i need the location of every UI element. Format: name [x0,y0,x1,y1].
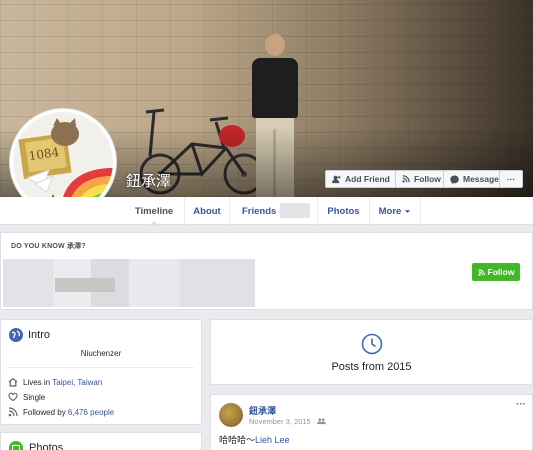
photos-icon [9,441,23,450]
message-button[interactable]: Message [443,170,506,188]
tab-timeline[interactable]: Timeline [124,197,184,226]
rss-icon [402,175,410,183]
intro-title: Intro [28,329,51,341]
followers-link[interactable]: 6,476 people [68,408,114,417]
intro-lives-in: Lives in Taipei, Taiwan [8,377,102,387]
timeline-post: 鈕承澤 November 3, 2015 · ··· 哈哈哈～Lieh Lee [210,394,533,450]
photos-title: Photos [29,442,64,450]
message-label: Message [463,174,499,184]
more-options-label: ··· [506,174,516,184]
add-friend-button[interactable]: Add Friend [325,170,397,188]
post-menu-button[interactable]: ··· [516,399,526,410]
posts-year-label: Posts from 2015 [331,361,412,373]
post-date[interactable]: November 3, 2015 · [249,417,315,426]
messenger-icon [450,174,459,184]
pymk-blurred-content [3,259,255,307]
globe-icon [9,328,23,342]
profile-page: 鈕承澤 Add Friend Follow Message ··· 1084 T… [0,0,533,450]
post-author-name[interactable]: 鈕承澤 [249,404,276,417]
add-friend-label: Add Friend [345,174,390,184]
chevron-down-icon [405,209,411,213]
profile-nav: Timeline About Friends Photos More [0,197,533,226]
add-friend-icon [332,175,341,183]
tab-about[interactable]: About [184,197,229,225]
more-options-button[interactable]: ··· [499,170,523,188]
intro-relationship: Single [8,392,45,402]
home-icon [8,377,18,387]
clock-icon [361,333,383,355]
tagged-person-link[interactable]: Lieh Lee [255,435,290,445]
post-text: 哈哈哈～Lieh Lee [219,435,290,445]
lives-in-link[interactable]: Taipei, Taiwan [52,378,102,387]
follow-button[interactable]: Follow [395,170,448,188]
intro-bio: Niuchenzer [80,349,122,358]
friends-audience-icon [317,418,327,425]
tab-friends[interactable]: Friends [229,197,317,225]
rss-icon [477,268,485,276]
friend-count-blurred [280,203,310,218]
tab-more[interactable]: More [369,197,421,225]
pymk-follow-button[interactable]: Follow [472,263,520,281]
posts-year-card[interactable]: Posts from 2015 [210,319,533,385]
tab-photos[interactable]: Photos [317,197,369,225]
profile-name[interactable]: 鈕承澤 [126,170,171,191]
post-author-avatar[interactable] [219,403,243,427]
pymk-title: DO YOU KNOW 承澤? [11,243,86,250]
photos-card: Photos [0,432,202,450]
rss-icon [8,407,18,417]
intro-followed-by: Followed by 6,476 people [8,407,114,417]
heart-icon [8,392,18,402]
follow-label: Follow [414,174,441,184]
